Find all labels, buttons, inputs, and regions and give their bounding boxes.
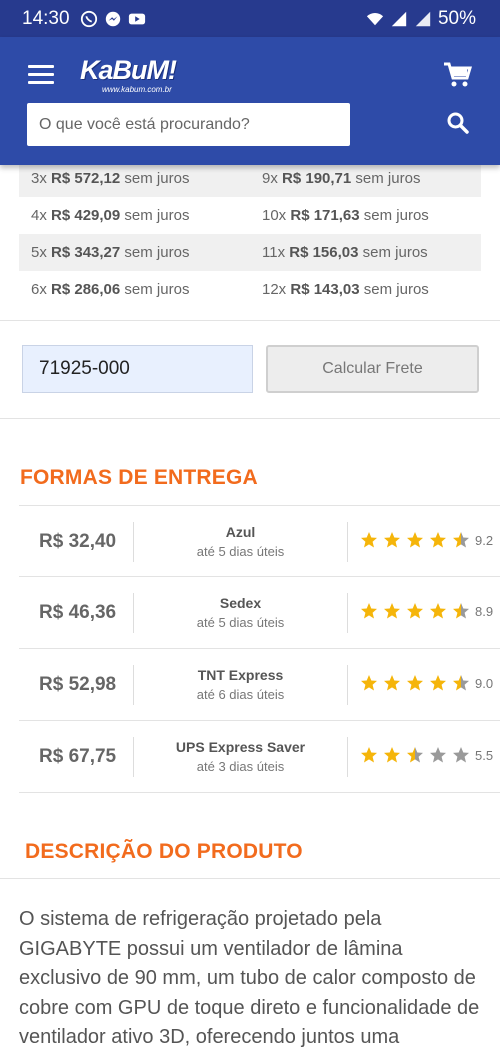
installment-cell: 12x R$ 143,03 sem juros	[262, 281, 429, 298]
star-icon	[430, 747, 446, 763]
delivery-time: até 5 dias úteis	[196, 544, 285, 559]
installment-cell: 4x R$ 429,09 sem juros	[31, 207, 190, 224]
status-time: 14:30	[22, 7, 70, 29]
delivery-time: até 3 dias úteis	[196, 759, 285, 774]
cart-icon[interactable]	[442, 61, 472, 89]
installment-row: 6x R$ 286,06 sem juros 12x R$ 143,03 sem…	[19, 271, 481, 308]
search-box[interactable]	[27, 103, 350, 146]
signal-icon	[391, 11, 407, 26]
calculate-freight-button[interactable]: Calcular Frete	[266, 345, 479, 393]
product-description: O sistema de refrigeração projetado pela…	[19, 908, 480, 1056]
installment-cell: 11x R$ 156,03 sem juros	[262, 244, 428, 261]
carrier-name: TNT Express	[197, 667, 284, 683]
delivery-section-title: FORMAS DE ENTREGA	[20, 466, 258, 489]
installment-cell: 10x R$ 171,63 sem juros	[262, 207, 429, 224]
star-icon	[453, 675, 469, 691]
app-header: KaBuM! www.kabum.com.br	[0, 37, 500, 165]
messenger-icon	[105, 11, 120, 26]
carrier-rating: 8.9	[360, 602, 493, 620]
signal-icon-2	[415, 11, 431, 26]
search-icon[interactable]	[446, 111, 470, 135]
carrier-rating: 9.0	[360, 674, 493, 692]
delivery-price: R$ 52,98	[39, 674, 117, 695]
installment-row: 3x R$ 572,12 sem juros 9x R$ 190,71 sem …	[19, 160, 481, 197]
star-icon	[384, 747, 400, 763]
star-icon	[384, 603, 400, 619]
star-icon	[384, 532, 400, 548]
kabum-logo[interactable]: KaBuM! www.kabum.com.br	[80, 55, 184, 95]
rating-score: 9.2	[475, 532, 494, 548]
installment-row: 4x R$ 429,09 sem juros 10x R$ 171,63 sem…	[19, 197, 481, 234]
logo-text: KaBuM!	[80, 55, 177, 85]
cep-input[interactable]	[22, 345, 253, 393]
star-icon	[430, 675, 446, 691]
installment-cell: 3x R$ 572,12 sem juros	[31, 170, 190, 187]
whatsapp-icon	[80, 10, 97, 27]
delivery-option-row[interactable]: R$ 46,36 Sedex até 5 dias úteis 8.9	[19, 577, 500, 649]
star-icon	[361, 675, 377, 691]
star-icon	[453, 603, 469, 619]
carrier-name: UPS Express Saver	[175, 739, 306, 755]
wifi-icon	[366, 12, 384, 25]
delivery-options-table: R$ 32,40 Azul até 5 dias úteis 9.2 R$ 46…	[19, 505, 500, 793]
rating-score: 5.5	[475, 747, 494, 763]
search-input[interactable]	[27, 103, 350, 146]
installment-cell: 5x R$ 343,27 sem juros	[31, 244, 190, 261]
delivery-option-row[interactable]: R$ 32,40 Azul até 5 dias úteis 9.2	[19, 505, 500, 577]
divider	[0, 418, 500, 419]
hamburger-menu-icon[interactable]	[28, 65, 54, 85]
star-icon	[361, 532, 377, 548]
carrier-rating: 9.2	[360, 531, 493, 549]
installments-table: 3x R$ 572,12 sem juros 9x R$ 190,71 sem …	[19, 160, 481, 308]
delivery-price: R$ 32,40	[39, 531, 117, 552]
star-icon	[407, 532, 423, 548]
delivery-option-row[interactable]: R$ 67,75 UPS Express Saver até 3 dias út…	[19, 721, 500, 793]
star-icon	[407, 747, 423, 763]
status-bar: 14:30 50%	[0, 0, 500, 37]
installment-row: 5x R$ 343,27 sem juros 11x R$ 156,03 sem…	[19, 234, 481, 271]
star-icon	[361, 603, 377, 619]
star-icon	[407, 675, 423, 691]
divider	[0, 878, 500, 879]
battery-level: 50%	[437, 7, 476, 29]
youtube-icon	[128, 13, 145, 24]
installment-cell: 6x R$ 286,06 sem juros	[31, 281, 190, 298]
rating-score: 8.9	[475, 603, 494, 619]
star-icon	[430, 532, 446, 548]
star-icon	[453, 747, 469, 763]
star-icon	[361, 747, 377, 763]
delivery-price: R$ 67,75	[39, 746, 117, 767]
carrier-rating: 5.5	[360, 746, 493, 764]
star-icon	[407, 603, 423, 619]
delivery-price: R$ 46,36	[39, 602, 117, 623]
carrier-name: Sedex	[219, 595, 262, 611]
delivery-time: até 5 dias úteis	[196, 615, 285, 630]
star-icon	[384, 675, 400, 691]
carrier-name: Azul	[225, 524, 256, 540]
star-icon	[453, 532, 469, 548]
description-section-title: DESCRIÇÃO DO PRODUTO	[25, 840, 303, 863]
delivery-time: até 6 dias úteis	[196, 687, 285, 702]
rating-score: 9.0	[475, 675, 494, 691]
star-icon	[430, 603, 446, 619]
logo-url: www.kabum.com.br	[102, 85, 172, 94]
delivery-option-row[interactable]: R$ 52,98 TNT Express até 6 dias úteis 9.…	[19, 649, 500, 721]
divider	[0, 320, 500, 321]
installment-cell: 9x R$ 190,71 sem juros	[262, 170, 421, 187]
